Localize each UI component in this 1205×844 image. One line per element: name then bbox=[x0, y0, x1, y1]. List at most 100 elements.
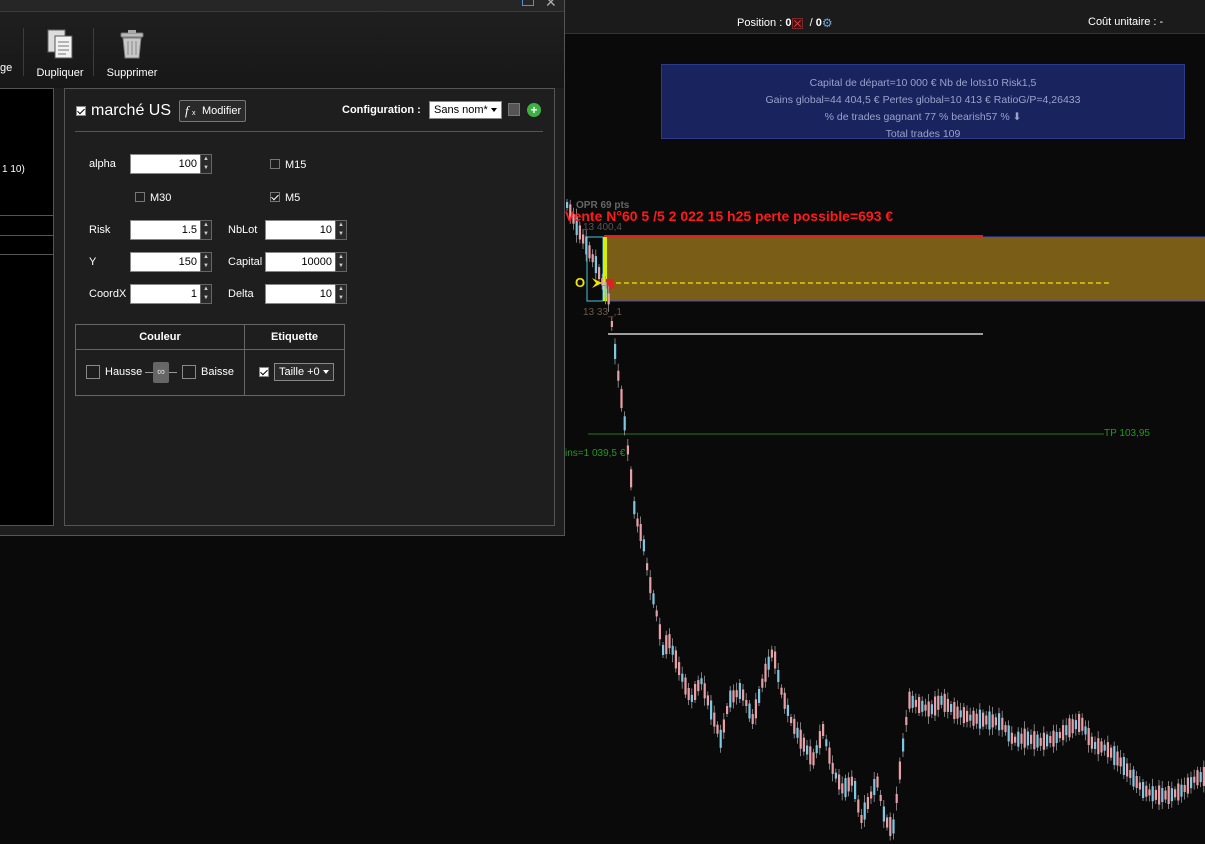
configuration-select[interactable]: Sans nom* bbox=[429, 101, 502, 119]
candle bbox=[828, 747, 831, 764]
indicator-list-item[interactable]: 1 10) bbox=[2, 164, 25, 175]
candle bbox=[1177, 783, 1180, 801]
candle bbox=[914, 699, 917, 707]
candle bbox=[614, 343, 617, 359]
candle bbox=[1084, 726, 1087, 735]
candle bbox=[1097, 738, 1100, 755]
link-icon[interactable]: ∞ bbox=[153, 362, 169, 383]
window-titlebar[interactable]: ✕ bbox=[0, 0, 564, 12]
label-size-select[interactable]: Taille +0 bbox=[274, 363, 334, 381]
candle bbox=[774, 651, 777, 669]
close-position-icon[interactable] bbox=[792, 17, 804, 29]
candle bbox=[604, 282, 607, 299]
nblot-input[interactable]: 10 bbox=[265, 220, 336, 240]
rise-color-swatch[interactable] bbox=[86, 365, 100, 379]
candle bbox=[742, 689, 745, 701]
candle bbox=[911, 695, 914, 708]
candle bbox=[882, 806, 885, 822]
candle bbox=[1087, 728, 1090, 746]
spinner-arrows-icon[interactable]: ▲ ▼ bbox=[200, 252, 212, 272]
candle bbox=[802, 737, 805, 752]
candle bbox=[937, 695, 940, 710]
candle bbox=[905, 717, 908, 725]
indicator-settings-panel: marché US f x Modifier Configuration : S… bbox=[64, 88, 555, 526]
candle bbox=[745, 700, 748, 706]
candle bbox=[844, 778, 847, 798]
candle bbox=[825, 739, 828, 747]
spinner-arrows-icon[interactable]: ▲ ▼ bbox=[335, 284, 347, 304]
candle bbox=[735, 690, 738, 698]
position-value: 0 bbox=[785, 16, 792, 29]
candle bbox=[1049, 736, 1052, 744]
delete-button[interactable]: Supprimer bbox=[104, 28, 160, 79]
candle bbox=[1078, 714, 1081, 732]
candle bbox=[665, 635, 668, 655]
candle bbox=[1148, 789, 1151, 796]
candle bbox=[1004, 725, 1007, 733]
candle bbox=[959, 710, 962, 718]
save-icon[interactable] bbox=[508, 103, 520, 116]
candle bbox=[898, 761, 901, 780]
candle bbox=[681, 673, 684, 682]
capital-input[interactable]: 10000 bbox=[265, 252, 336, 272]
indicator-list-panel[interactable]: 1 10) bbox=[0, 88, 54, 526]
spinner-arrows-icon[interactable]: ▲ ▼ bbox=[335, 252, 347, 272]
modify-label: Modifier bbox=[202, 105, 242, 117]
candle bbox=[956, 706, 959, 719]
candle bbox=[761, 678, 764, 688]
alpha-label: alpha bbox=[89, 158, 116, 170]
label-enabled-checkbox[interactable] bbox=[259, 367, 269, 377]
candle bbox=[1122, 757, 1125, 775]
candle bbox=[1014, 736, 1017, 743]
candle bbox=[626, 445, 629, 455]
close-icon[interactable]: ✕ bbox=[545, 0, 557, 11]
tp-label: TP 103,95 bbox=[1104, 428, 1150, 439]
spinner-arrows-icon[interactable]: ▲ ▼ bbox=[200, 284, 212, 304]
restore-icon[interactable] bbox=[522, 0, 534, 6]
alpha-input[interactable]: 100 bbox=[130, 154, 201, 174]
candle bbox=[655, 610, 658, 617]
candle bbox=[934, 696, 937, 716]
ribbon-partial-label[interactable]: ge bbox=[0, 62, 12, 74]
spinner-arrows-icon[interactable]: ▲ ▼ bbox=[200, 220, 212, 240]
candle bbox=[783, 692, 786, 709]
m15-checkbox[interactable] bbox=[270, 159, 280, 169]
candle bbox=[694, 684, 697, 700]
fall-color-swatch[interactable] bbox=[182, 365, 196, 379]
spinner-arrows-icon[interactable]: ▲ ▼ bbox=[200, 154, 212, 174]
spinner-arrows-icon[interactable]: ▲ ▼ bbox=[335, 220, 347, 240]
candle bbox=[1030, 734, 1033, 744]
m30-checkbox[interactable] bbox=[135, 192, 145, 202]
candle bbox=[815, 745, 818, 754]
candle bbox=[1055, 732, 1058, 744]
risk-label: Risk bbox=[89, 224, 111, 236]
y-input[interactable]: 150 bbox=[130, 252, 201, 272]
gear-icon[interactable]: ⚙ bbox=[822, 16, 833, 30]
candle bbox=[764, 663, 767, 682]
candle bbox=[1190, 777, 1193, 789]
modify-button[interactable]: f x Modifier bbox=[179, 100, 246, 122]
candle bbox=[985, 715, 988, 725]
candle bbox=[684, 677, 687, 695]
unit-cost-value: - bbox=[1159, 16, 1164, 28]
candle bbox=[812, 752, 815, 766]
candle bbox=[889, 817, 892, 836]
delta-input[interactable]: 10 bbox=[265, 284, 336, 304]
risk-input[interactable]: 1.5 bbox=[130, 220, 201, 240]
m5-checkbox[interactable] bbox=[270, 192, 280, 202]
list-divider bbox=[0, 254, 53, 255]
candle bbox=[818, 731, 821, 749]
indicator-enabled-checkbox[interactable] bbox=[76, 106, 86, 116]
candle bbox=[1186, 777, 1189, 794]
candle bbox=[738, 683, 741, 699]
duplicate-button[interactable]: Dupliquer bbox=[34, 28, 86, 79]
candle bbox=[1052, 730, 1055, 747]
candle bbox=[847, 777, 850, 792]
entry-marker-label: O bbox=[575, 275, 586, 290]
candle bbox=[1026, 731, 1029, 746]
coordx-input[interactable]: 1 bbox=[130, 284, 201, 304]
m15-label: M15 bbox=[285, 159, 307, 171]
candle bbox=[1001, 717, 1004, 730]
add-icon[interactable]: + bbox=[527, 103, 541, 117]
candle bbox=[1132, 769, 1135, 787]
